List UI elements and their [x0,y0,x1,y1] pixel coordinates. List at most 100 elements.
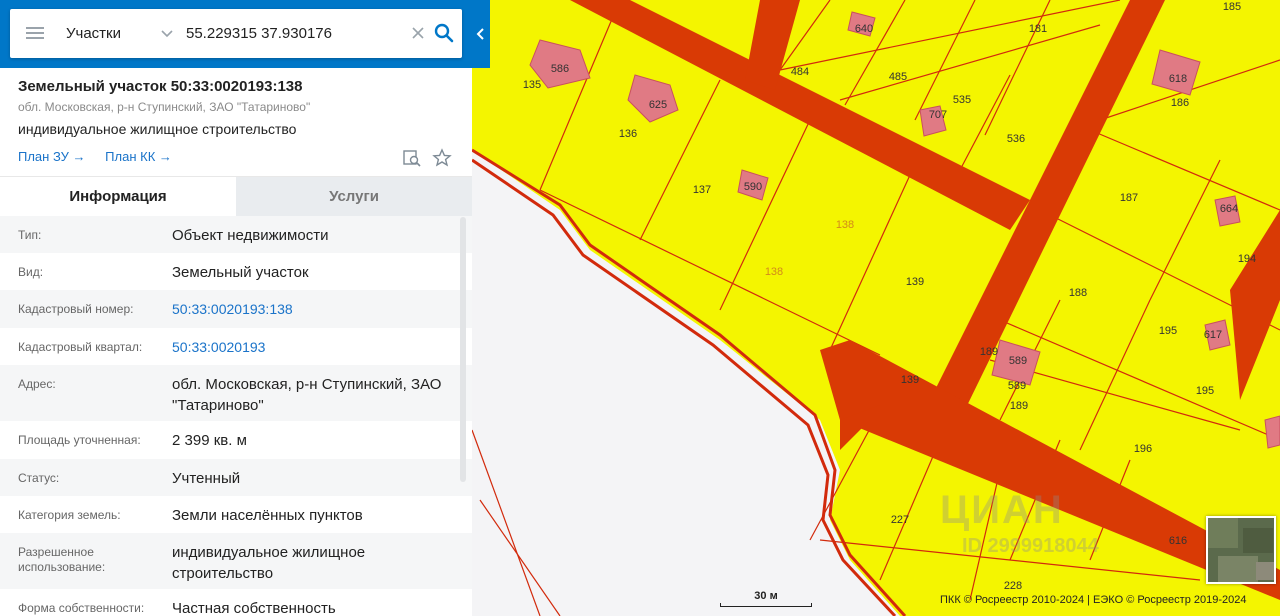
row-value: Земельный участок [172,264,309,281]
row-label: Категория земель: [18,508,121,522]
parcel-label: 589 [1008,380,1026,392]
info-panel: Участки Земельный участок 50:33:0020193:… [0,0,472,616]
search-input[interactable] [186,19,396,48]
parcel-label: 188 [1069,287,1087,299]
parcel-label: 616 [1169,535,1187,547]
parcel-label: 589 [1009,355,1027,367]
parcel-label: 535 [953,94,971,106]
parcel-label: 139 [906,276,924,288]
row-value: Земли населённых пунктов [172,507,363,524]
row-value: Учтенный [172,470,241,487]
document-search-icon[interactable] [402,148,422,168]
object-header: Земельный участок 50:33:0020193:138 обл.… [0,68,472,176]
parcel-label: 586 [551,63,569,75]
cadastral-quarter-link[interactable]: 50:33:0020193 [172,328,454,365]
satellite-thumbnail [1208,518,1274,582]
info-row-land-category: Категория земель: Земли населённых пункт… [0,496,472,533]
info-row-area: Площадь уточненная: 2 399 кв. м [0,421,472,459]
info-row-permitted-use: Разрешенное использование: индивидуально… [0,533,472,589]
info-row-cadastral-quarter: Кадастровый квартал: 50:33:0020193 [0,328,472,365]
row-label: Кадастровый номер: [18,302,134,316]
object-title: Земельный участок 50:33:0020193:138 [18,78,303,95]
chevron-down-icon[interactable] [160,26,174,40]
info-table: Тип: Объект недвижимости Вид: Земельный … [0,216,472,616]
plan-links: План ЗУ → План КК → [18,149,188,164]
tab-services[interactable]: Услуги [236,177,472,216]
row-value: обл. Московская, р-н Ступинский, ЗАО "Та… [172,376,442,414]
parcel-label: 194 [1238,253,1256,265]
parcel-label: 196 [1134,443,1152,455]
satellite-layer-toggle[interactable] [1206,516,1276,584]
watermark-id: ID 2999918044 [962,535,1099,557]
parcel-label: 138 [765,266,783,278]
header-actions [402,148,452,168]
arrow-right-icon: → [158,149,172,164]
parcel-label: 186 [1171,97,1189,109]
row-value: 2 399 кв. м [172,432,247,449]
row-label: Вид: [18,265,44,279]
parcel-label: 195 [1196,385,1214,397]
row-label: Тип: [18,228,42,242]
cadastral-number-link[interactable]: 50:33:0020193:138 [172,290,454,328]
info-row-ownership: Форма собственности: Частная собственнос… [0,589,472,616]
clear-icon[interactable] [411,26,425,40]
parcel-label: 664 [1220,203,1238,215]
plan-zu-link[interactable]: План ЗУ → [18,149,86,164]
row-value: Объект недвижимости [172,227,329,244]
parcel-label: 195 [1159,325,1177,337]
scale-label: 30 м [754,590,778,602]
parcel-label: 187 [1120,192,1138,204]
parcel-label: 137 [693,184,711,196]
chevron-left-icon [476,28,484,40]
row-label: Разрешенное использование: [18,545,106,574]
parcel-label: 136 [619,128,637,140]
parcel-label: 485 [889,71,907,83]
row-label: Площадь уточненная: [18,433,141,447]
parcel-label: 135 [523,79,541,91]
search-bar: Участки [10,9,462,58]
row-value: индивидуальное жилищное строительство [172,544,366,582]
row-label: Форма собственности: [18,601,145,615]
parcel-label: 617 [1204,329,1222,341]
arrow-right-icon: → [72,149,86,164]
info-row-type: Тип: Объект недвижимости [0,216,472,253]
parcel-label: 189 [980,346,998,358]
info-row-address: Адрес: обл. Московская, р-н Ступинский, … [0,365,472,421]
info-row-status: Статус: Учтенный [0,459,472,496]
parcel-label: 590 [744,181,762,193]
parcel-label: 185 [1223,1,1241,13]
object-address: обл. Московская, р-н Ступинский, ЗАО "Та… [18,100,311,114]
parcel-label: 139 [901,374,919,386]
parcel-label: 484 [791,66,809,78]
info-row-kind: Вид: Земельный участок [0,253,472,290]
tab-info[interactable]: Информация [0,177,236,216]
scale-bar [720,603,812,607]
parcel-label: 707 [929,109,947,121]
plan-kk-link[interactable]: План КК → [105,149,172,164]
hamburger-menu-icon[interactable] [26,25,44,41]
row-label: Адрес: [18,377,56,391]
search-type-select[interactable]: Участки [66,9,121,58]
parcel-label: 625 [649,99,667,111]
object-use: индивидуальное жилищное строительство [18,121,297,137]
collapse-panel-button[interactable] [472,0,490,68]
map-scale: 30 м [720,590,812,607]
parcel-label: 228 [1004,580,1022,592]
watermark-logo: ЦИАН [940,488,1064,532]
info-row-cadastral-number: Кадастровый номер: 50:33:0020193:138 [0,290,472,328]
parcel-label: 138 [836,219,854,231]
row-value: Частная собственность [172,600,336,616]
plan-zu-label: План ЗУ [18,149,69,164]
panel-scrollbar[interactable] [460,217,466,482]
search-icon[interactable] [434,23,454,43]
parcel-label: 189 [1010,400,1028,412]
row-label: Статус: [18,471,60,485]
search-header: Участки [0,0,472,68]
row-label: Кадастровый квартал: [18,340,143,354]
parcel-label: 640 [855,23,873,35]
parcel-label: 618 [1169,73,1187,85]
star-icon[interactable] [432,148,452,168]
parcel-label: 227 [891,514,909,526]
map-copyright: ПКК © Росреестр 2010-2024 | ЕЭКО © Росре… [940,594,1247,606]
parcel-label: 181 [1029,23,1047,35]
